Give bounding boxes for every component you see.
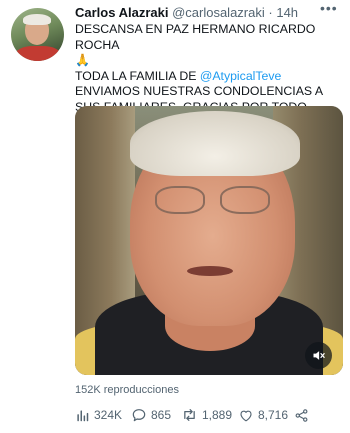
video-player[interactable] [75,106,343,375]
praying-hands-icon: 🙏 [75,53,90,68]
speech-bubble-icon [132,409,146,422]
header-separator: · [268,5,273,20]
speaker-muted-glyph [313,351,325,360]
tweet-emoji-line: 🙏 [75,53,345,69]
analytics-count: 324K [94,408,123,422]
tweet-actions: 324K 865 1,889 8,716 [75,404,309,426]
reply-count: 865 [151,408,172,422]
tweet-line-2-prefix: TODA LA FAMILIA DE [75,68,200,83]
tweet-timestamp[interactable]: 14h [276,5,298,20]
more-options-label: ••• [320,0,338,16]
heart-icon [240,410,252,421]
retweet-count: 1,889 [202,408,233,422]
tweet-line-1: DESCANSA EN PAZ HERMANO RICARDO ROCHA [75,22,345,53]
share-icon [295,408,308,422]
author-avatar[interactable] [11,8,64,61]
avatar-shirt [15,46,61,61]
bar-chart-icon [77,409,89,421]
video-subject-hair [130,111,300,176]
author-handle[interactable]: @carlosalazraki [172,5,265,20]
tweet-header: Carlos Alazraki @carlosalazraki · 14h [75,5,298,21]
like-count: 8,716 [258,408,289,422]
analytics-button[interactable]: 324K [75,408,131,423]
avatar-hair [23,14,51,25]
video-glasses-left [155,186,205,214]
share-button[interactable] [294,408,309,423]
reply-button[interactable]: 865 [131,407,181,423]
video-glasses-right [220,186,270,214]
retweet-icon [184,409,195,421]
author-name[interactable]: Carlos Alazraki [75,5,168,20]
more-options-icon[interactable]: ••• [320,0,338,16]
video-subject-mouth [187,266,233,276]
view-count: 152K reproducciones [75,384,179,396]
mention-link[interactable]: @AtypicalTeve [200,69,282,83]
like-button[interactable]: 8,716 [238,408,294,423]
tweet-line-1-text: DESCANSA EN PAZ HERMANO RICARDO ROCHA [75,22,316,52]
retweet-button[interactable]: 1,889 [181,407,238,423]
speaker-muted-icon[interactable] [305,342,332,369]
